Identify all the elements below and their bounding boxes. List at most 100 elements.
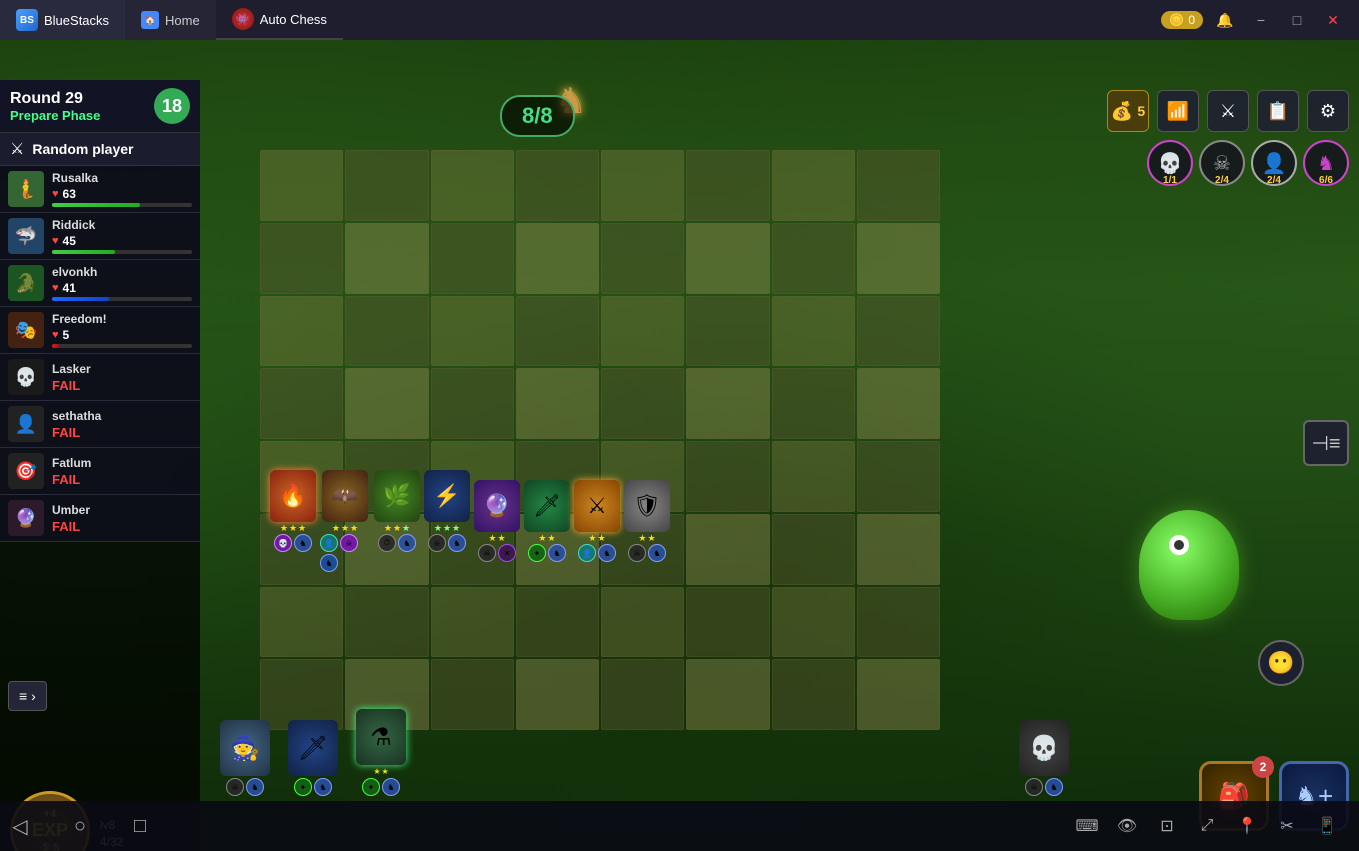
board-cell[interactable] [686, 587, 769, 658]
board-cell[interactable] [601, 659, 684, 730]
list-item[interactable]: 🧜 Rusalka ♥ 63 [0, 166, 200, 213]
board-cell[interactable] [601, 296, 684, 367]
notification-bell[interactable]: 🔔 [1211, 6, 1239, 34]
board-cell[interactable] [260, 368, 343, 439]
settings-button[interactable]: ⚙ [1307, 90, 1349, 132]
board-cell[interactable] [345, 587, 428, 658]
unit[interactable]: 🛡 ★ ★ ☠ ♞ [624, 480, 670, 572]
home-tab[interactable]: 🏠 Home [125, 0, 216, 40]
board-cell[interactable] [601, 368, 684, 439]
minimize-button[interactable]: − [1247, 6, 1275, 34]
list-item[interactable]: 👤 sethatha FAIL [0, 401, 200, 448]
board-cell[interactable] [516, 150, 599, 221]
unit[interactable]: 🔥 ★ ★ ★ 💀 ♞ [270, 470, 316, 572]
board-cell[interactable] [260, 150, 343, 221]
class-icon-undead[interactable]: ☠ 2/4 [1199, 140, 1245, 186]
board-cell[interactable] [857, 368, 940, 439]
board-cell[interactable] [431, 296, 514, 367]
board-cell[interactable] [601, 223, 684, 294]
display-icon[interactable]: ⊡ [1151, 810, 1183, 842]
eye-icon[interactable]: 👁 [1111, 810, 1143, 842]
board-cell[interactable] [516, 368, 599, 439]
bench-unit[interactable]: 🗡 ✦ ♞ [288, 720, 338, 796]
board-cell[interactable] [260, 587, 343, 658]
battle-button[interactable]: ⚔ [1207, 90, 1249, 132]
board-cell[interactable] [857, 296, 940, 367]
board-cell[interactable] [260, 223, 343, 294]
coins-button[interactable]: 💰 5 [1107, 90, 1149, 132]
board-cell[interactable] [516, 223, 599, 294]
bench-unit[interactable]: 🧙 ☠ ♞ [220, 720, 270, 796]
expand-sidebar-button[interactable]: ≡ › [8, 681, 47, 711]
board-cell[interactable] [686, 368, 769, 439]
board-cell[interactable] [601, 587, 684, 658]
class-icon-human[interactable]: 👤 2/4 [1251, 140, 1297, 186]
board-cell[interactable] [516, 296, 599, 367]
unit[interactable]: ⚔ ★ ★ 👤 ♞ [574, 480, 620, 572]
phone-icon[interactable]: 📱 [1311, 810, 1343, 842]
bench-unit[interactable]: 💀 ☠ ♞ [1019, 720, 1069, 796]
board-cell[interactable] [857, 441, 940, 512]
class-icon-demon[interactable]: 💀 1/1 [1147, 140, 1193, 186]
list-item[interactable]: 🎭 Freedom! ♥ 5 [0, 307, 200, 354]
board-cell[interactable] [772, 368, 855, 439]
unit[interactable]: 🗡 ★ ★ ✦ ♞ [524, 480, 570, 572]
board-cell[interactable] [431, 368, 514, 439]
board-cell[interactable] [516, 587, 599, 658]
board-cell[interactable] [345, 223, 428, 294]
board-cell[interactable] [857, 587, 940, 658]
keyboard-icon[interactable]: ⌨ [1071, 810, 1103, 842]
autochess-tab[interactable]: 👾 Auto Chess [216, 0, 343, 40]
unit[interactable]: 🌿 ★ ★ ★ ⏱ ♞ [374, 470, 420, 572]
tactical-button[interactable]: ⊣≡ [1303, 420, 1349, 466]
close-button[interactable]: ✕ [1319, 6, 1347, 34]
book-button[interactable]: 📋 [1257, 90, 1299, 132]
emote-button[interactable]: 😶 [1258, 640, 1304, 686]
back-button[interactable]: ◁ [0, 806, 40, 846]
board-cell[interactable] [686, 296, 769, 367]
unit[interactable]: 🔮 ★ ★ ☠ ✕ [474, 480, 520, 572]
signal-button[interactable]: 📶 [1157, 90, 1199, 132]
recents-button[interactable]: □ [120, 806, 160, 846]
maximize-button[interactable]: □ [1283, 6, 1311, 34]
home-button[interactable]: ○ [60, 806, 100, 846]
board-cell[interactable] [772, 441, 855, 512]
board-cell[interactable] [857, 514, 940, 585]
board-cell[interactable] [772, 587, 855, 658]
board-cell[interactable] [431, 587, 514, 658]
list-item[interactable]: 🎯 Fatlum FAIL [0, 448, 200, 495]
board-cell[interactable] [345, 368, 428, 439]
fullscreen-icon[interactable]: ⤢ [1191, 810, 1223, 842]
list-item[interactable]: 🔮 Umber FAIL [0, 495, 200, 542]
list-item[interactable]: 💀 Lasker FAIL [0, 354, 200, 401]
board-cell[interactable] [857, 659, 940, 730]
board-cell[interactable] [772, 150, 855, 221]
class-icon-knight[interactable]: ♞ 6/6 [1303, 140, 1349, 186]
unit[interactable]: ⚡ ★ ★ ★ ☠ ♞ [424, 470, 470, 572]
random-player-row[interactable]: ⚔ Random player [0, 133, 200, 166]
board-cell[interactable] [345, 296, 428, 367]
board-cell[interactable] [857, 150, 940, 221]
board-cell[interactable] [686, 150, 769, 221]
unit[interactable]: 🦇 ★ ★ ★ 👤 ☠ ♞ [320, 470, 370, 572]
board-cell[interactable] [431, 659, 514, 730]
board-cell[interactable] [772, 659, 855, 730]
list-item[interactable]: 🦈 Riddick ♥ 45 [0, 213, 200, 260]
bluestacks-tab[interactable]: BS BlueStacks [0, 0, 125, 40]
board-cell[interactable] [857, 223, 940, 294]
location-icon[interactable]: 📍 [1231, 810, 1263, 842]
board-cell[interactable] [772, 223, 855, 294]
board-cell[interactable] [686, 659, 769, 730]
board-cell[interactable] [516, 659, 599, 730]
board-cell[interactable] [601, 150, 684, 221]
board-cell[interactable] [772, 296, 855, 367]
bench-unit[interactable]: ⚗ ★ ★ ✦ ♞ [356, 709, 406, 796]
board-cell[interactable] [686, 223, 769, 294]
list-item[interactable]: 🐊 elvonkh ♥ 41 [0, 260, 200, 307]
cut-icon[interactable]: ✂ [1271, 810, 1303, 842]
board-cell[interactable] [772, 514, 855, 585]
board-cell[interactable] [260, 296, 343, 367]
board-cell[interactable] [345, 150, 428, 221]
board-cell[interactable] [431, 223, 514, 294]
board-cell[interactable] [431, 150, 514, 221]
